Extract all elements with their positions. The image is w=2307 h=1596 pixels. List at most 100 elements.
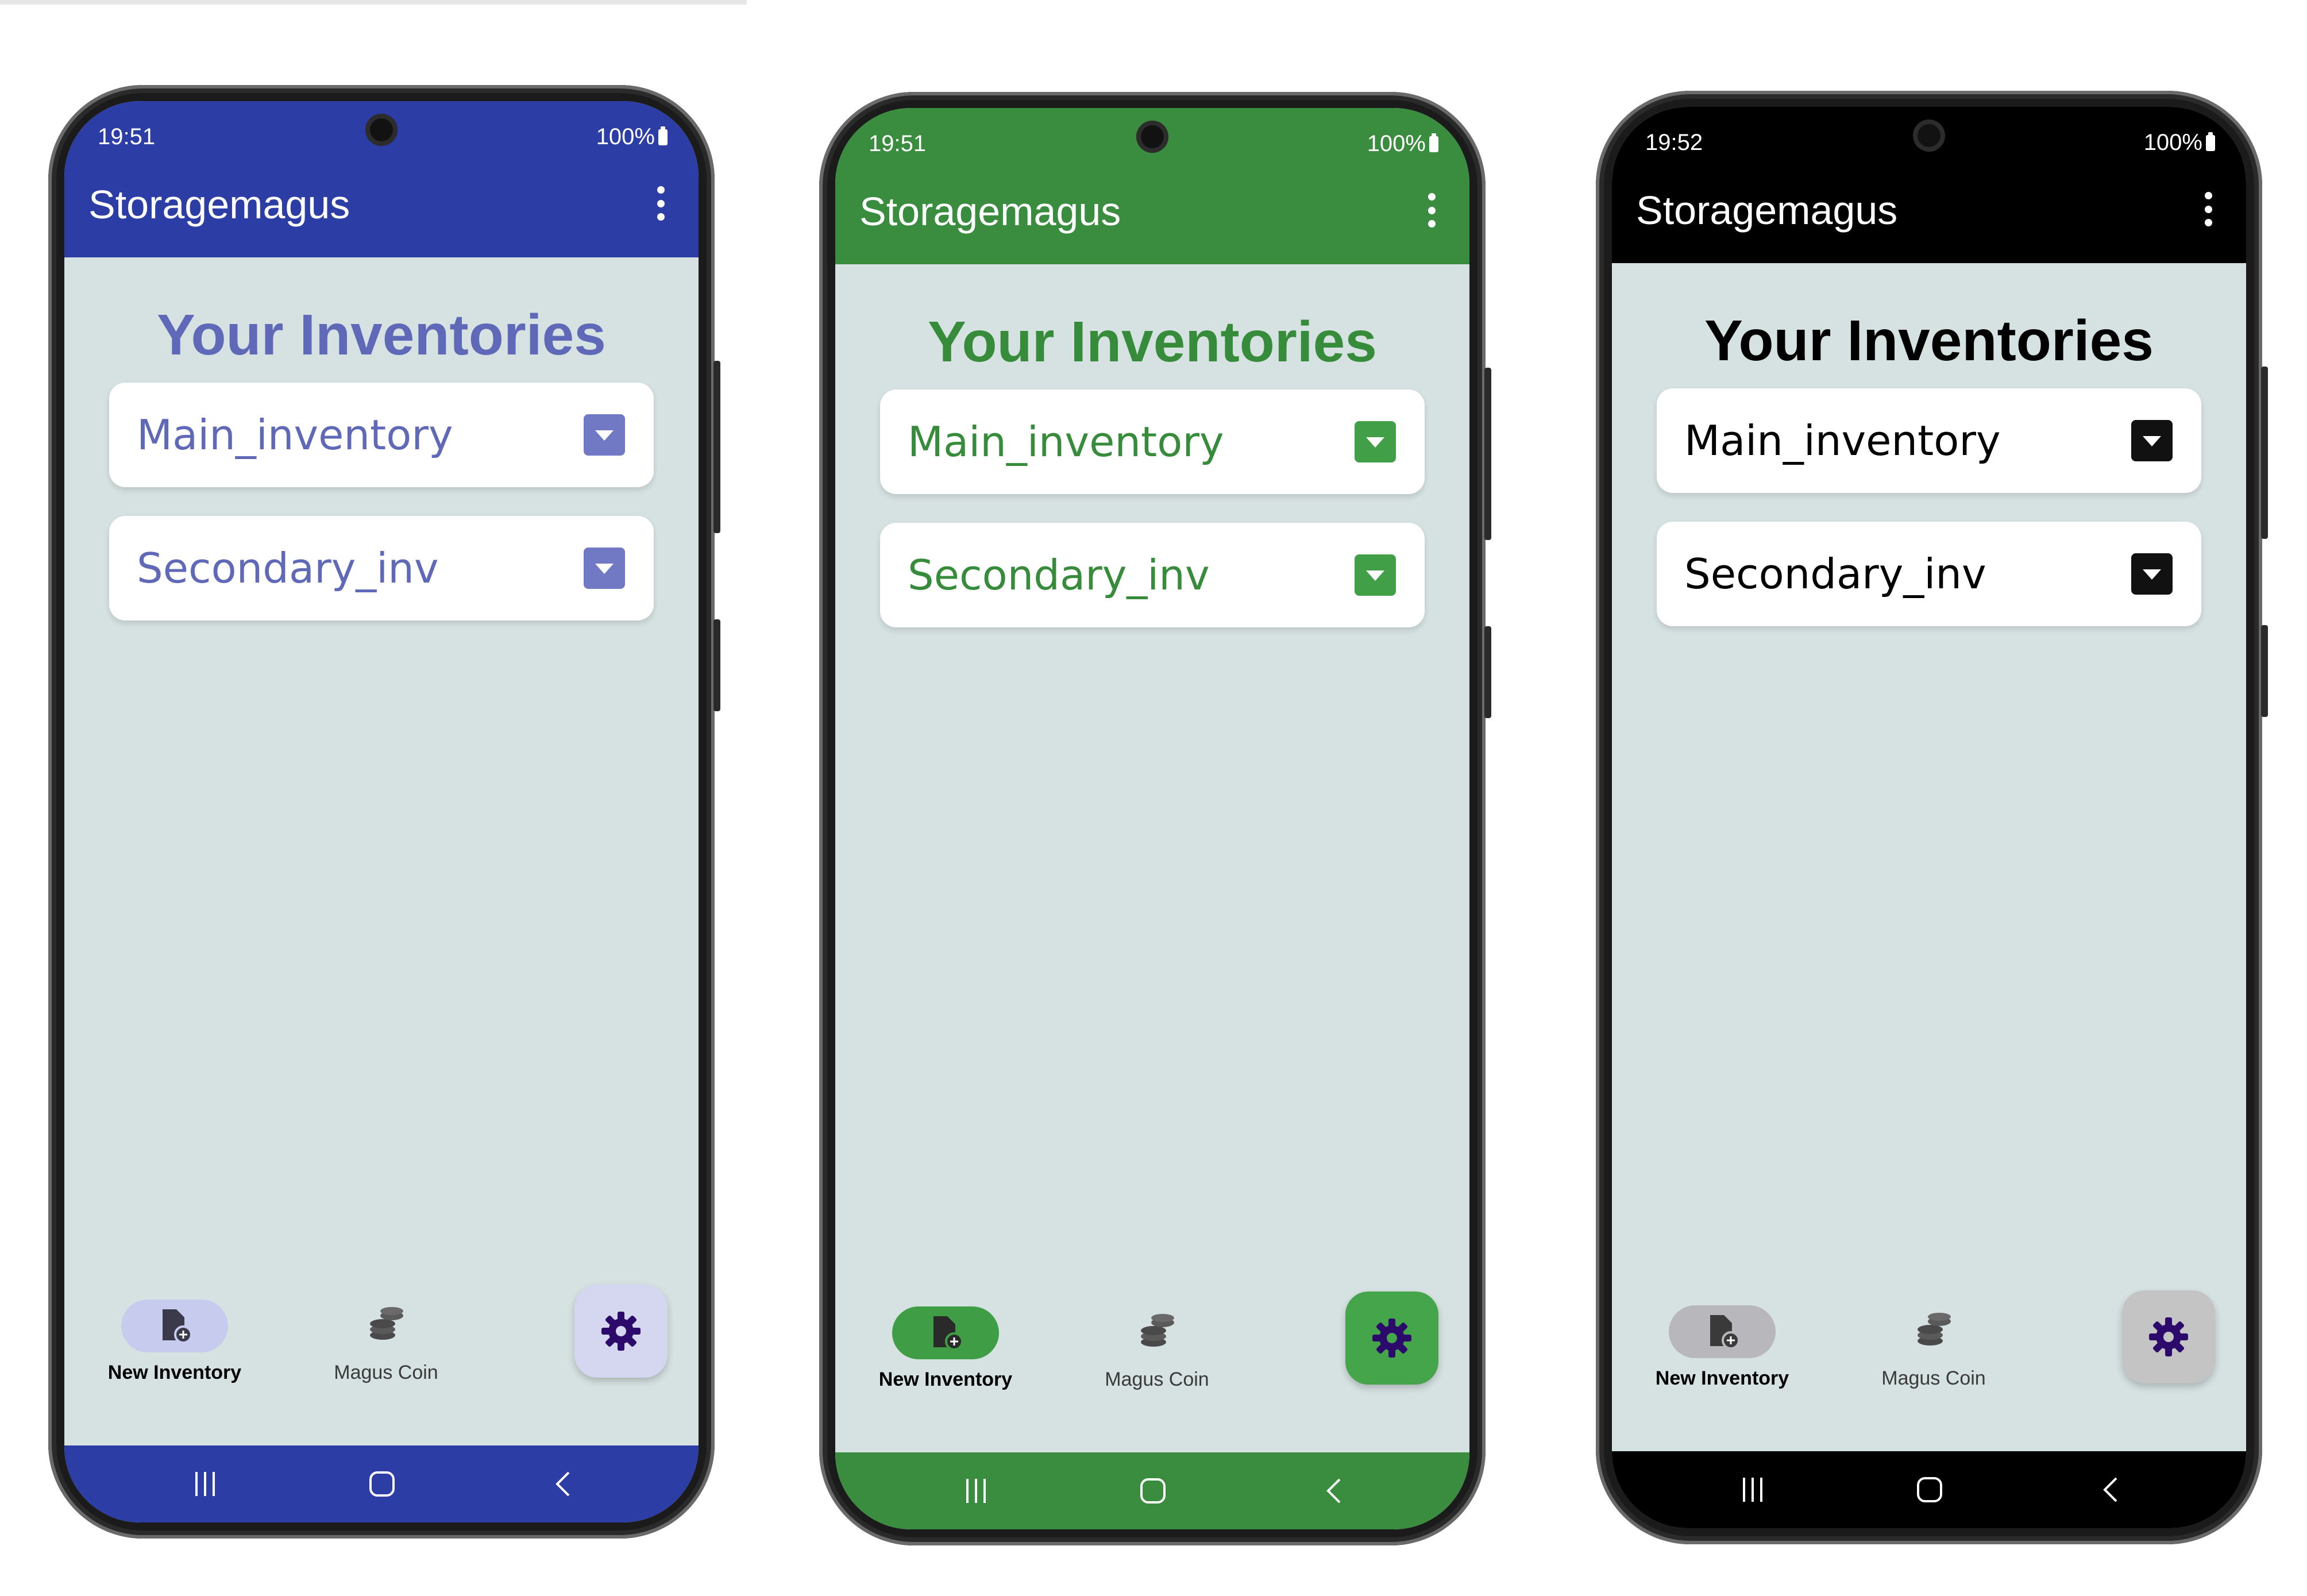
home-icon[interactable] bbox=[1140, 1478, 1166, 1504]
dropdown-arrow-icon[interactable] bbox=[2131, 420, 2173, 461]
phone-screen: 19:52 100% Storagemagus Your Inventories… bbox=[1612, 107, 2246, 1528]
nav-icon-container bbox=[333, 1300, 439, 1352]
side-button bbox=[2261, 625, 2268, 717]
app-bar: 19:51 100% Storagemagus bbox=[64, 101, 699, 257]
bottom-navigation: New Inventory Magus Coin bbox=[1612, 1279, 2246, 1451]
app-title: Storagemagus bbox=[1636, 188, 1898, 233]
side-button bbox=[1484, 368, 1491, 540]
inventory-card[interactable]: Secondary_inv bbox=[1657, 522, 2201, 626]
page-title: Your Inventories bbox=[1704, 309, 2154, 373]
home-icon[interactable] bbox=[1916, 1477, 1943, 1503]
system-navigation-bar bbox=[835, 1452, 1469, 1529]
app-bar: 19:51 100% Storagemagus bbox=[835, 108, 1469, 264]
nav-new-inventory[interactable]: New Inventory bbox=[859, 1306, 1032, 1391]
coins-icon bbox=[1918, 1313, 1951, 1346]
inventory-card[interactable]: Main_inventory bbox=[880, 390, 1425, 494]
nav-active-indicator bbox=[1669, 1305, 1776, 1358]
app-title: Storagemagus bbox=[859, 189, 1121, 234]
settings-button[interactable] bbox=[1345, 1292, 1438, 1385]
battery-percent: 100% bbox=[1367, 131, 1426, 156]
dropdown-arrow-icon[interactable] bbox=[2131, 553, 2173, 595]
phone-screen: 19:51 100% Storagemagus Your Inventories… bbox=[64, 101, 699, 1522]
back-icon[interactable] bbox=[553, 1471, 572, 1497]
settings-button[interactable] bbox=[2122, 1290, 2215, 1383]
front-camera bbox=[1913, 119, 1945, 152]
nav-active-indicator bbox=[121, 1300, 228, 1352]
side-button bbox=[713, 619, 720, 711]
front-camera bbox=[1136, 121, 1168, 153]
inventory-label: Main_inventory bbox=[1684, 417, 2001, 465]
system-navigation-bar bbox=[1612, 1451, 2246, 1528]
side-button bbox=[713, 361, 720, 533]
top-divider bbox=[0, 0, 747, 5]
back-icon[interactable] bbox=[1324, 1478, 1343, 1504]
status-time: 19:52 bbox=[1645, 130, 1703, 155]
battery-percent: 100% bbox=[2143, 130, 2202, 155]
page-title: Your Inventories bbox=[928, 310, 1377, 374]
nav-magus-coin[interactable]: Magus Coin bbox=[1847, 1305, 2020, 1390]
nav-label: New Inventory bbox=[878, 1368, 1013, 1390]
page-title: Your Inventories bbox=[157, 303, 606, 367]
coins-icon bbox=[370, 1307, 403, 1340]
new-file-icon bbox=[933, 1316, 963, 1351]
recent-apps-icon[interactable] bbox=[191, 1471, 219, 1497]
status-battery: 100% bbox=[2144, 130, 2215, 156]
inventory-card[interactable]: Secondary_inv bbox=[109, 516, 654, 620]
nav-label: Magus Coin bbox=[334, 1362, 438, 1383]
dropdown-arrow-icon[interactable] bbox=[1355, 421, 1396, 462]
nav-icon-container bbox=[1880, 1305, 1987, 1358]
recent-apps-icon[interactable] bbox=[1738, 1477, 1767, 1503]
nav-label: New Inventory bbox=[1655, 1367, 1789, 1389]
battery-icon bbox=[2206, 132, 2215, 151]
status-battery: 100% bbox=[596, 124, 668, 150]
side-button bbox=[2261, 367, 2268, 539]
gear-icon bbox=[1372, 1319, 1411, 1358]
inventory-label: Main_inventory bbox=[908, 418, 1224, 466]
phone-mockup-blue: 19:51 100% Storagemagus Your Inventories… bbox=[48, 85, 720, 1539]
recent-apps-icon[interactable] bbox=[962, 1478, 990, 1504]
side-button bbox=[1484, 626, 1491, 718]
gear-icon bbox=[601, 1312, 641, 1351]
dropdown-arrow-icon[interactable] bbox=[1355, 554, 1396, 596]
nav-active-indicator bbox=[892, 1306, 999, 1359]
back-icon[interactable] bbox=[2100, 1477, 2120, 1503]
inventory-label: Secondary_inv bbox=[1684, 550, 1986, 598]
overflow-menu-icon[interactable] bbox=[2202, 192, 2214, 226]
nav-new-inventory[interactable]: New Inventory bbox=[88, 1300, 261, 1384]
new-file-icon bbox=[1710, 1315, 1740, 1350]
status-battery: 100% bbox=[1367, 131, 1438, 157]
inventory-card[interactable]: Main_inventory bbox=[1657, 388, 2201, 493]
app-bar: 19:52 100% Storagemagus bbox=[1612, 107, 2246, 263]
new-file-icon bbox=[163, 1309, 192, 1344]
coins-icon bbox=[1141, 1314, 1174, 1347]
system-navigation-bar bbox=[64, 1445, 699, 1522]
settings-button[interactable] bbox=[574, 1285, 668, 1378]
inventory-label: Secondary_inv bbox=[908, 551, 1210, 599]
bottom-navigation: New Inventory Magus Coin bbox=[64, 1273, 699, 1445]
inventory-card[interactable]: Secondary_inv bbox=[880, 523, 1425, 627]
status-time: 19:51 bbox=[869, 131, 927, 156]
battery-icon bbox=[1429, 133, 1438, 152]
gear-icon bbox=[2149, 1317, 2188, 1356]
nav-icon-container bbox=[1104, 1306, 1210, 1359]
dropdown-arrow-icon[interactable] bbox=[584, 414, 625, 456]
battery-percent: 100% bbox=[596, 124, 655, 149]
phone-screen: 19:51 100% Storagemagus Your Inventories… bbox=[835, 108, 1469, 1529]
inventory-card[interactable]: Main_inventory bbox=[109, 383, 654, 487]
nav-magus-coin[interactable]: Magus Coin bbox=[1071, 1306, 1243, 1391]
nav-label: New Inventory bbox=[107, 1362, 242, 1383]
overflow-menu-icon[interactable] bbox=[655, 186, 666, 221]
nav-label: Magus Coin bbox=[1105, 1368, 1209, 1390]
bottom-navigation: New Inventory Magus Coin bbox=[835, 1280, 1469, 1452]
inventory-label: Main_inventory bbox=[137, 411, 453, 459]
status-time: 19:51 bbox=[98, 124, 156, 149]
inventory-label: Secondary_inv bbox=[137, 544, 439, 592]
front-camera bbox=[365, 114, 398, 146]
home-icon[interactable] bbox=[369, 1471, 395, 1497]
nav-magus-coin[interactable]: Magus Coin bbox=[300, 1300, 472, 1384]
dropdown-arrow-icon[interactable] bbox=[584, 548, 625, 589]
phone-mockup-green: 19:51 100% Storagemagus Your Inventories… bbox=[819, 92, 1491, 1545]
overflow-menu-icon[interactable] bbox=[1426, 193, 1437, 228]
phone-mockup-black: 19:52 100% Storagemagus Your Inventories… bbox=[1596, 91, 2268, 1544]
nav-new-inventory[interactable]: New Inventory bbox=[1636, 1305, 1808, 1390]
